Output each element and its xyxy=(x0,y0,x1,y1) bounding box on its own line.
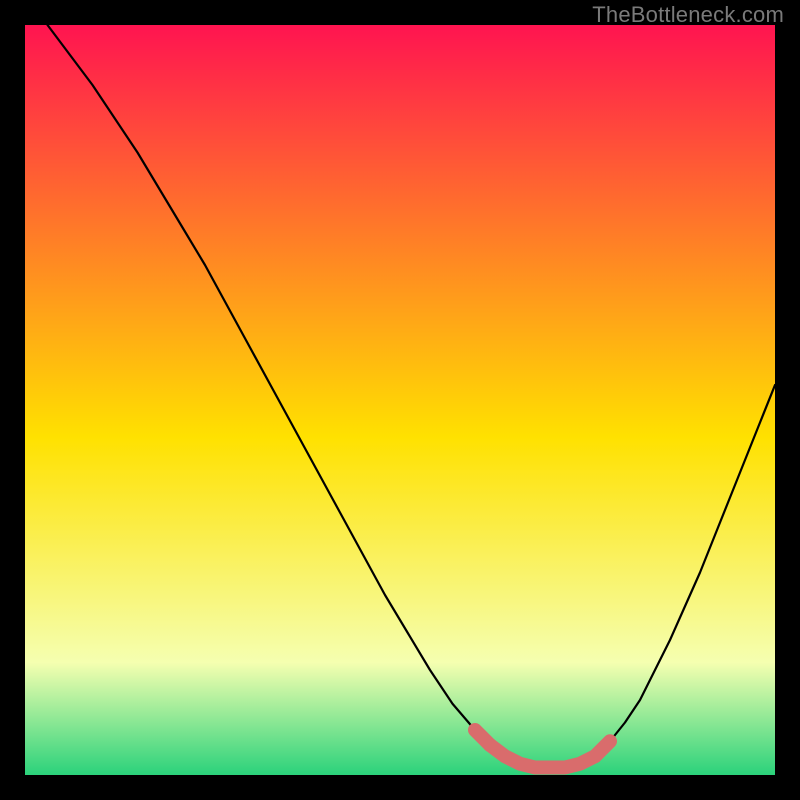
highlight-dot xyxy=(483,738,497,752)
chart-frame: TheBottleneck.com xyxy=(0,0,800,800)
chart-svg xyxy=(25,25,775,775)
bottleneck-chart xyxy=(25,25,775,775)
highlight-dot xyxy=(469,724,481,736)
gradient-background xyxy=(25,25,775,775)
